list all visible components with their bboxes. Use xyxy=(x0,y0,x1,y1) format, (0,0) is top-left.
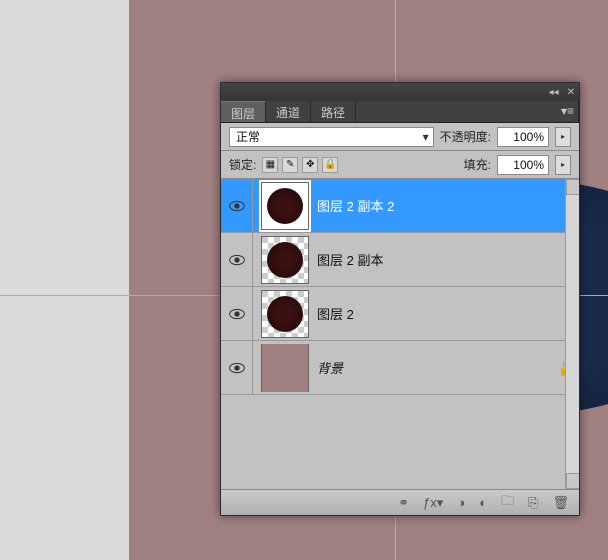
delete-icon[interactable]: 🗑 xyxy=(552,495,569,511)
lock-row: 锁定: ▦ ✎ ✥ 🔒 填充: 100% ▸ xyxy=(221,151,579,179)
tab-channels[interactable]: 通道 xyxy=(266,101,311,122)
panel-tabs: 图层 通道 路径 ▾≡ xyxy=(221,101,579,123)
tabs-spacer xyxy=(356,101,557,122)
visibility-toggle[interactable] xyxy=(221,179,253,232)
eye-icon xyxy=(229,254,245,266)
eye-icon xyxy=(229,308,245,320)
layer-thumbnail[interactable] xyxy=(261,344,309,392)
layer-name[interactable]: 图层 2 副本 xyxy=(317,250,579,269)
layer-row[interactable]: 图层 2 xyxy=(221,287,579,341)
visibility-toggle[interactable] xyxy=(221,341,253,394)
opacity-label: 不透明度: xyxy=(440,128,491,145)
fx-icon[interactable]: ƒx▾ xyxy=(423,495,443,511)
layer-thumbnail[interactable] xyxy=(261,290,309,338)
blend-mode-value: 正常 xyxy=(236,128,260,145)
panel-footer: ⚭ ƒx▾ ◑ ◐ 🗀 ⎘ 🗑 xyxy=(221,489,579,515)
layer-name[interactable]: 图层 2 副本 2 xyxy=(317,196,579,215)
blend-mode-select[interactable]: 正常 xyxy=(229,127,434,147)
scrollbar[interactable] xyxy=(565,179,579,489)
lock-label: 锁定: xyxy=(229,156,256,173)
tab-paths[interactable]: 路径 xyxy=(311,101,356,122)
visibility-toggle[interactable] xyxy=(221,233,253,286)
lock-move-icon[interactable]: ✥ xyxy=(302,157,318,173)
link-layers-icon[interactable]: ⚭ xyxy=(398,495,409,511)
layer-thumbnail[interactable] xyxy=(261,182,309,230)
panel-close-icon[interactable]: ✕ xyxy=(567,87,575,98)
opacity-input[interactable]: 100% xyxy=(497,127,549,147)
layer-thumbnail[interactable] xyxy=(261,236,309,284)
new-layer-icon[interactable]: ⎘ xyxy=(528,495,538,511)
blend-row: 正常 不透明度: 100% ▸ xyxy=(221,123,579,151)
panel-header: ◂◂ ✕ xyxy=(221,83,579,101)
tab-layers[interactable]: 图层 xyxy=(221,101,266,122)
layer-row[interactable]: 背景 🔒 xyxy=(221,341,579,395)
fill-input[interactable]: 100% xyxy=(497,155,549,175)
lock-icons: ▦ ✎ ✥ 🔒 xyxy=(262,157,338,173)
eye-icon xyxy=(229,200,245,212)
mask-icon[interactable]: ◑ xyxy=(457,495,465,510)
adjustment-icon[interactable]: ◐ xyxy=(479,495,487,510)
group-icon[interactable]: 🗀 xyxy=(501,492,514,514)
layers-panel: ◂◂ ✕ 图层 通道 路径 ▾≡ 正常 不透明度: 100% ▸ 锁定: ▦ ✎… xyxy=(220,82,580,516)
layer-list: 图层 2 副本 2 图层 2 副本 图层 2 背景 🔒 xyxy=(221,179,579,489)
layer-name[interactable]: 背景 xyxy=(317,358,555,377)
lock-all-icon[interactable]: 🔒 xyxy=(322,157,338,173)
layer-name[interactable]: 图层 2 xyxy=(317,304,579,323)
eye-icon xyxy=(229,362,245,374)
visibility-toggle[interactable] xyxy=(221,287,253,340)
lock-transparent-icon[interactable]: ▦ xyxy=(262,157,278,173)
opacity-flyout-icon[interactable]: ▸ xyxy=(555,127,571,147)
panel-menu-icon[interactable]: ▾≡ xyxy=(557,101,579,122)
layer-row[interactable]: 图层 2 副本 xyxy=(221,233,579,287)
layer-row[interactable]: 图层 2 副本 2 xyxy=(221,179,579,233)
lock-paint-icon[interactable]: ✎ xyxy=(282,157,298,173)
panel-collapse-icon[interactable]: ◂◂ xyxy=(549,87,559,98)
fill-label: 填充: xyxy=(464,156,491,173)
fill-flyout-icon[interactable]: ▸ xyxy=(555,155,571,175)
